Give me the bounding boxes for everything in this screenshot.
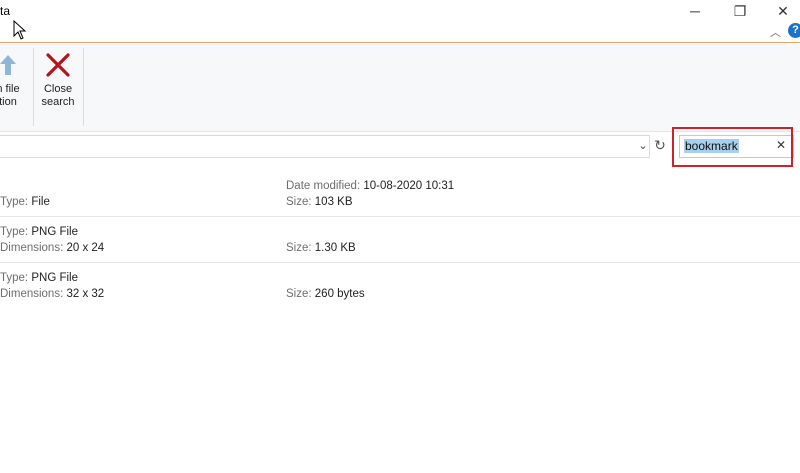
close-icon: ✕ — [777, 2, 789, 19]
type-label: Type: — [0, 196, 29, 208]
mouse-cursor-icon — [13, 20, 27, 40]
close-search-icon — [46, 53, 70, 77]
help-icon[interactable]: ? — [788, 23, 800, 38]
type-label: Type: — [0, 226, 29, 238]
date-modified-value: 10-08-2020 10:31 — [363, 180, 455, 192]
address-bar[interactable] — [0, 135, 650, 158]
close-search-button[interactable]: Close search — [34, 43, 82, 129]
size-value: 103 KB — [314, 196, 353, 208]
address-history-chevron-down-icon[interactable]: ⌄ — [636, 139, 650, 153]
ribbon: n file tion Close search — [0, 43, 800, 132]
type-value: PNG File — [31, 272, 78, 284]
result-item[interactable]: Type: PNG File Dimensions: 32 x 32 Size:… — [0, 270, 800, 308]
minimize-button[interactable]: ─ — [672, 0, 718, 22]
open-file-location-label-1: n file — [0, 83, 20, 95]
title-bar: ta ─ ❐ ✕ ︿ ? — [0, 0, 800, 43]
size-label: Size: — [286, 242, 312, 254]
open-file-location-label-2: tion — [0, 96, 17, 108]
restore-button[interactable]: ❐ — [717, 0, 763, 22]
dimensions-label: Dimensions: — [0, 242, 64, 254]
collapse-ribbon-chevron-up-icon[interactable]: ︿ — [770, 24, 781, 40]
dimensions-label: Dimensions: — [0, 288, 64, 300]
type-value: PNG File — [31, 226, 78, 238]
close-window-button[interactable]: ✕ — [760, 0, 800, 22]
search-highlight-annotation — [672, 127, 793, 167]
dimensions-value: 32 x 32 — [66, 288, 105, 300]
type-label: Type: — [0, 272, 29, 284]
dimensions-value: 20 x 24 — [66, 242, 105, 254]
size-label: Size: — [286, 196, 312, 208]
size-value: 260 bytes — [314, 288, 365, 300]
open-file-location-button[interactable]: n file tion — [0, 43, 26, 129]
restore-icon: ❐ — [733, 2, 747, 19]
close-search-label-1: Close — [43, 83, 73, 95]
open-file-location-icon — [0, 55, 16, 75]
result-item[interactable]: Date modified: 10-08-2020 10:31 Type: Fi… — [0, 178, 800, 217]
window-title: ta — [0, 4, 11, 18]
date-modified-label: Date modified: — [286, 180, 361, 192]
type-value: File — [31, 196, 50, 208]
minimize-icon: ─ — [690, 3, 700, 19]
close-search-label-2: search — [41, 96, 75, 108]
size-value: 1.30 KB — [314, 242, 356, 254]
ribbon-divider — [83, 48, 84, 126]
size-label: Size: — [286, 288, 312, 300]
result-item[interactable]: Type: PNG File Dimensions: 20 x 24 Size:… — [0, 224, 800, 263]
refresh-icon[interactable]: ↻ — [652, 137, 668, 155]
